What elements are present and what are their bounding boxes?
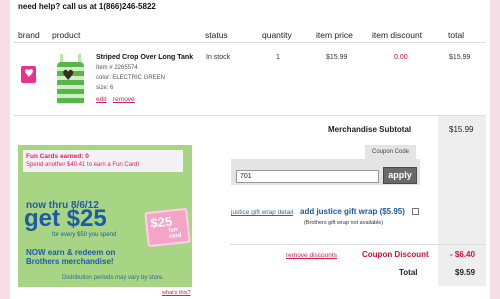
item-price: $15.99: [326, 54, 348, 61]
merchandise-subtotal-label: Merchandise Subtotal: [328, 125, 412, 134]
totals-column: [438, 116, 486, 286]
summary-divider: [230, 244, 486, 245]
fun-card-promo: Fun Cards earned: 0 Spend another $40.41…: [18, 145, 192, 287]
fun-cards-spend-more: Spend another $40.41 to earn a Fun Card!: [26, 162, 140, 168]
promo-headline: get $25: [24, 205, 107, 232]
justice-brand-icon: [21, 66, 36, 83]
coupon-code-tab: Coupon Code: [365, 145, 416, 159]
promo-earn-text: NOW earn & redeem on Brothers merchandis…: [26, 248, 116, 267]
coupon-code-input[interactable]: [236, 170, 379, 183]
remove-discounts-link[interactable]: remove discounts: [286, 252, 337, 259]
remove-item-link[interactable]: remove: [113, 96, 135, 103]
item-status: In stock: [206, 54, 231, 61]
whats-this-link[interactable]: what's this?: [162, 290, 191, 296]
product-size: size: 6: [96, 85, 114, 91]
product-thumbnail-icon[interactable]: ♥: [52, 52, 89, 106]
item-quantity: 1: [276, 54, 280, 61]
order-total-label: Total: [399, 268, 418, 277]
product-color: color: ELECTRIC GREEN: [96, 75, 166, 81]
fun-card-image: $25 fun card: [144, 207, 191, 248]
giftwrap-detail-link[interactable]: justice gift wrap detail: [231, 209, 293, 216]
right-border: [490, 0, 500, 299]
left-border: [0, 0, 10, 299]
col-quantity-header: quantity: [262, 30, 292, 40]
items-divider: [14, 115, 486, 116]
giftwrap-label: add justice gift wrap ($5.95): [300, 207, 405, 216]
coupon-discount-label: Coupon Discount: [362, 250, 429, 259]
col-status-header: status: [205, 30, 228, 40]
fun-cards-box: Fun Cards earned: 0 Spend another $40.41…: [23, 150, 183, 172]
giftwrap-note: (Brothers gift wrap not available): [304, 220, 384, 226]
help-phone-text: need help? call us at 1(866)246-5822: [18, 2, 156, 11]
product-name: Striped Crop Over Long Tank: [96, 54, 194, 61]
fun-cards-earned: Fun Cards earned: 0: [26, 153, 89, 160]
item-discount: 0.00: [394, 54, 408, 61]
apply-coupon-button[interactable]: apply: [383, 167, 417, 184]
col-brand-header: brand: [18, 30, 40, 40]
promo-spend-text: for every $50 you spend: [52, 232, 117, 238]
order-total-value: $9.59: [455, 268, 476, 277]
col-product-header: product: [52, 30, 81, 40]
col-item-price-header: item price: [316, 30, 353, 40]
merchandise-subtotal-value: $15.99: [449, 125, 474, 134]
product-item-number: Item # 2265574: [96, 65, 138, 71]
header-divider: [14, 42, 486, 43]
edit-item-link[interactable]: edit: [96, 96, 106, 103]
coupon-discount-value: - $6.40: [450, 250, 475, 259]
item-total: $15.99: [449, 54, 471, 61]
col-total-header: total: [448, 30, 465, 40]
distribution-note: Distribution periods may vary by store.: [62, 275, 165, 281]
giftwrap-checkbox[interactable]: [412, 208, 419, 215]
col-item-discount-header: item discount: [372, 30, 423, 40]
